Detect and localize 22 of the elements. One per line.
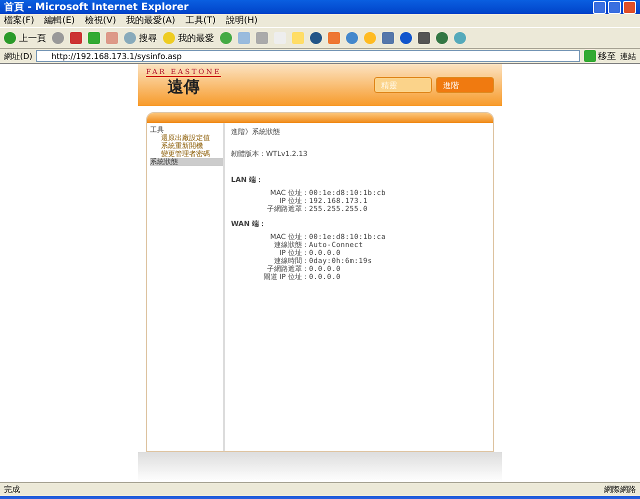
brand-name: 遠傳 bbox=[168, 77, 200, 98]
menu-item[interactable]: 檢視(V) bbox=[84, 14, 116, 27]
toolbar-icon[interactable] bbox=[346, 32, 358, 44]
menu-item[interactable]: 編輯(E) bbox=[44, 14, 75, 27]
toolbar-icon[interactable] bbox=[418, 32, 430, 44]
toolbar-icon[interactable] bbox=[382, 32, 394, 44]
links-label[interactable]: 連結 bbox=[620, 50, 636, 62]
address-field[interactable]: http://192.168.173.1/sysinfo.asp bbox=[36, 50, 580, 62]
menu-item[interactable]: 我的最愛(A) bbox=[126, 14, 176, 27]
menu-item[interactable]: 說明(H) bbox=[226, 14, 258, 27]
status-text: 完成 bbox=[4, 484, 20, 495]
search-button[interactable]: 搜尋 bbox=[124, 32, 157, 44]
back-button[interactable]: 上一頁 bbox=[4, 32, 46, 44]
favorites-button[interactable]: 我的最愛 bbox=[163, 32, 214, 44]
menu-item[interactable]: 檔案(F) bbox=[4, 14, 34, 27]
toolbar-icon[interactable] bbox=[436, 32, 448, 44]
toolbar-icon[interactable] bbox=[454, 32, 466, 44]
menu-item[interactable]: 工具(T) bbox=[185, 14, 216, 27]
address-label: 網址(D) bbox=[4, 50, 32, 62]
window-title: 首頁 - Microsoft Internet Explorer bbox=[4, 0, 189, 14]
zone-text: 網際網路 bbox=[604, 484, 636, 495]
go-button[interactable]: 移至 bbox=[584, 50, 616, 62]
